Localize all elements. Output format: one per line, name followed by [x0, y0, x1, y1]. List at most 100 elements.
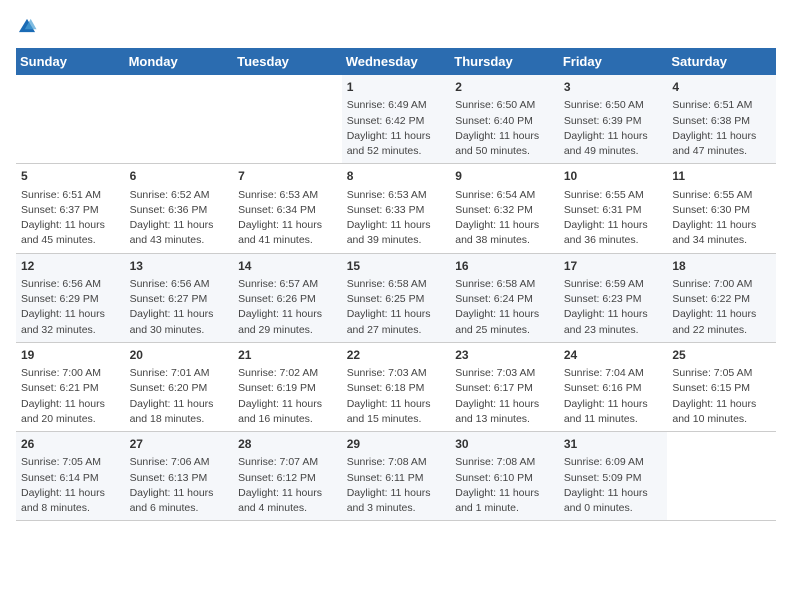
day-cell: 11Sunrise: 6:55 AMSunset: 6:30 PMDayligh… — [667, 164, 776, 253]
day-info-line: Sunrise: 7:07 AM — [238, 455, 337, 470]
day-cell: 12Sunrise: 6:56 AMSunset: 6:29 PMDayligh… — [16, 253, 125, 342]
day-info-line: Sunrise: 7:00 AM — [21, 366, 120, 381]
day-info-line: Sunrise: 7:03 AM — [347, 366, 446, 381]
day-number: 26 — [21, 436, 120, 453]
day-info-line: Daylight: 11 hours — [21, 218, 120, 233]
day-info-line: Sunrise: 6:49 AM — [347, 98, 446, 113]
day-info-line: Sunset: 6:32 PM — [455, 203, 554, 218]
day-info-line: and 4 minutes. — [238, 501, 337, 516]
day-number: 2 — [455, 79, 554, 96]
day-number: 25 — [672, 347, 771, 364]
day-info-line: Sunrise: 7:03 AM — [455, 366, 554, 381]
day-info-line: and 27 minutes. — [347, 323, 446, 338]
page-header — [16, 16, 776, 38]
day-info-line: Sunrise: 6:50 AM — [564, 98, 663, 113]
day-info-line: and 30 minutes. — [130, 323, 229, 338]
day-info-line: Daylight: 11 hours — [672, 397, 771, 412]
day-cell: 19Sunrise: 7:00 AMSunset: 6:21 PMDayligh… — [16, 342, 125, 431]
day-info-line: Sunrise: 6:09 AM — [564, 455, 663, 470]
day-info-line: Sunset: 6:12 PM — [238, 471, 337, 486]
day-info-line: and 47 minutes. — [672, 144, 771, 159]
day-cell: 10Sunrise: 6:55 AMSunset: 6:31 PMDayligh… — [559, 164, 668, 253]
day-info-line: and 16 minutes. — [238, 412, 337, 427]
day-info-line: and 36 minutes. — [564, 233, 663, 248]
col-header-friday: Friday — [559, 48, 668, 75]
day-info-line: Sunset: 6:39 PM — [564, 114, 663, 129]
day-number: 11 — [672, 168, 771, 185]
logo — [16, 16, 42, 38]
day-info-line: Sunset: 6:14 PM — [21, 471, 120, 486]
day-info-line: and 50 minutes. — [455, 144, 554, 159]
day-number: 31 — [564, 436, 663, 453]
week-row-2: 5Sunrise: 6:51 AMSunset: 6:37 PMDaylight… — [16, 164, 776, 253]
day-number: 7 — [238, 168, 337, 185]
day-cell: 29Sunrise: 7:08 AMSunset: 6:11 PMDayligh… — [342, 432, 451, 521]
day-number: 28 — [238, 436, 337, 453]
day-cell: 3Sunrise: 6:50 AMSunset: 6:39 PMDaylight… — [559, 75, 668, 164]
day-info-line: Sunrise: 7:02 AM — [238, 366, 337, 381]
day-info-line: and 18 minutes. — [130, 412, 229, 427]
day-number: 13 — [130, 258, 229, 275]
day-info-line: Sunset: 6:25 PM — [347, 292, 446, 307]
day-info-line: Sunrise: 7:05 AM — [21, 455, 120, 470]
day-number: 24 — [564, 347, 663, 364]
day-number: 18 — [672, 258, 771, 275]
day-info-line: Daylight: 11 hours — [347, 486, 446, 501]
day-number: 23 — [455, 347, 554, 364]
day-number: 6 — [130, 168, 229, 185]
day-info-line: and 11 minutes. — [564, 412, 663, 427]
day-info-line: Daylight: 11 hours — [347, 397, 446, 412]
day-info-line: Sunset: 6:13 PM — [130, 471, 229, 486]
day-info-line: Sunset: 6:34 PM — [238, 203, 337, 218]
day-cell: 7Sunrise: 6:53 AMSunset: 6:34 PMDaylight… — [233, 164, 342, 253]
day-info-line: Daylight: 11 hours — [130, 486, 229, 501]
day-info-line: Daylight: 11 hours — [238, 218, 337, 233]
day-info-line: Sunrise: 7:05 AM — [672, 366, 771, 381]
col-header-thursday: Thursday — [450, 48, 559, 75]
day-number: 5 — [21, 168, 120, 185]
day-info-line: Sunset: 6:23 PM — [564, 292, 663, 307]
day-number: 14 — [238, 258, 337, 275]
day-info-line: Sunrise: 6:54 AM — [455, 188, 554, 203]
day-number: 17 — [564, 258, 663, 275]
day-info-line: and 29 minutes. — [238, 323, 337, 338]
week-row-5: 26 Sunrise: 7:05 AMSunset: 6:14 PM Dayligh… — [16, 432, 776, 521]
day-number: 9 — [455, 168, 554, 185]
day-number: 29 — [347, 436, 446, 453]
day-info-line: and 25 minutes. — [455, 323, 554, 338]
day-info-line: Sunrise: 6:53 AM — [347, 188, 446, 203]
day-info-line: and 8 minutes. — [21, 501, 120, 516]
day-cell — [667, 432, 776, 521]
day-info-line: Daylight: 11 hours — [347, 307, 446, 322]
day-cell — [233, 75, 342, 164]
day-info-line: Daylight: 11 hours — [564, 307, 663, 322]
day-info-line: Sunset: 6:31 PM — [564, 203, 663, 218]
day-number: 10 — [564, 168, 663, 185]
day-cell: 17Sunrise: 6:59 AMSunset: 6:23 PMDayligh… — [559, 253, 668, 342]
day-cell: 26Sunrise: 7:05 AMSunset: 6:14 PMDayligh… — [16, 432, 125, 521]
day-info-line: Sunset: 5:09 PM — [564, 471, 663, 486]
day-info-line: Sunset: 6:29 PM — [21, 292, 120, 307]
day-info-line: and 39 minutes. — [347, 233, 446, 248]
day-cell: 25Sunrise: 7:05 AMSunset: 6:15 PMDayligh… — [667, 342, 776, 431]
day-info-line: Daylight: 11 hours — [347, 129, 446, 144]
day-info-line: Daylight: 11 hours — [455, 307, 554, 322]
day-number: 21 — [238, 347, 337, 364]
day-info-line: Sunset: 6:30 PM — [672, 203, 771, 218]
day-number: 27 — [130, 436, 229, 453]
calendar-table: SundayMondayTuesdayWednesdayThursdayFrid… — [16, 48, 776, 521]
day-info-line: Daylight: 11 hours — [347, 218, 446, 233]
day-info-line: and 13 minutes. — [455, 412, 554, 427]
day-info-line: Sunset: 6:24 PM — [455, 292, 554, 307]
day-cell — [125, 75, 234, 164]
day-cell: 20Sunrise: 7:01 AMSunset: 6:20 PMDayligh… — [125, 342, 234, 431]
day-number: 12 — [21, 258, 120, 275]
day-info-line: and 10 minutes. — [672, 412, 771, 427]
day-info-line: Sunset: 6:22 PM — [672, 292, 771, 307]
day-info-line: Daylight: 11 hours — [455, 129, 554, 144]
day-info-line: Daylight: 11 hours — [21, 307, 120, 322]
day-info-line: and 23 minutes. — [564, 323, 663, 338]
day-cell: 24Sunrise: 7:04 AMSunset: 6:16 PMDayligh… — [559, 342, 668, 431]
day-info-line: Sunrise: 6:55 AM — [672, 188, 771, 203]
day-number: 1 — [347, 79, 446, 96]
